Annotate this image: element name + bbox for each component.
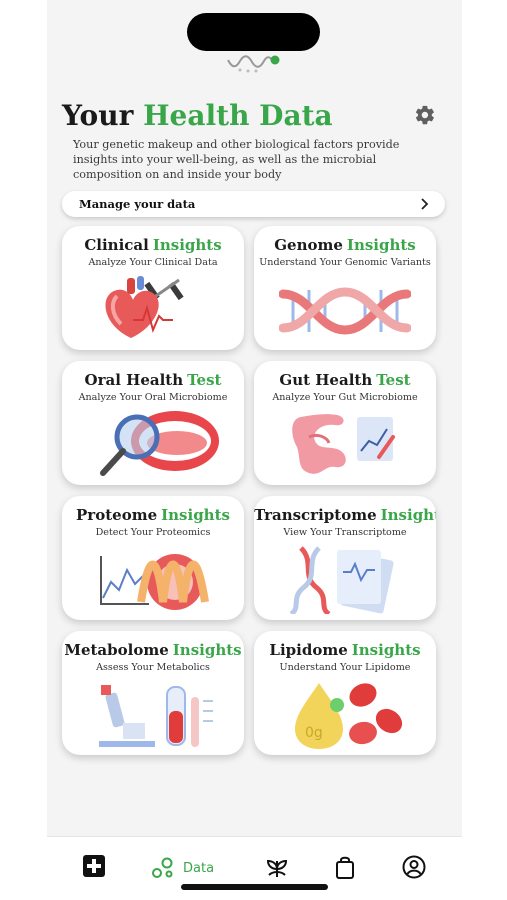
- card-title-text: Lipidome: [269, 641, 348, 659]
- card-title-accent: Test: [187, 371, 222, 389]
- card-title-text: Genome: [274, 236, 343, 254]
- mouth-magnifier-illustration: [100, 411, 219, 476]
- card-title-text: Gut Health: [279, 371, 373, 389]
- manage-data-label: Manage your data: [79, 197, 196, 211]
- card-title-accent: Insights: [380, 506, 436, 524]
- title-accent: Health Data: [143, 99, 333, 132]
- card-title: Oral Health Test: [62, 371, 244, 389]
- chevron-right-icon: [421, 198, 429, 210]
- card-title: Metabolome Insights: [62, 641, 244, 659]
- app-logo-icon: [227, 55, 280, 73]
- bottom-tab-bar: Data: [47, 837, 462, 900]
- manage-data-button[interactable]: Manage your data: [62, 191, 445, 217]
- protein-graph-illustration: [100, 554, 209, 610]
- profile-icon[interactable]: [402, 855, 426, 879]
- medical-cross-icon[interactable]: [83, 855, 105, 877]
- intestine-chart-illustration: [292, 414, 395, 474]
- dna-report-illustration: [289, 546, 394, 614]
- card-subtitle: View Your Transcriptome: [283, 527, 407, 538]
- proteome-insights-card[interactable]: Proteome Insights Detect Your Proteomics: [62, 496, 244, 620]
- transcriptome-insights-card[interactable]: TranscriptomeInsights View Your Transcri…: [254, 496, 436, 620]
- card-title: Gut Health Test: [254, 371, 436, 389]
- card-title: Clinical Insights: [62, 236, 244, 254]
- gear-icon[interactable]: [414, 104, 436, 126]
- card-subtitle: Analyze Your Gut Microbiome: [272, 392, 418, 403]
- card-subtitle: Assess Your Metabolics: [96, 662, 210, 673]
- lipidome-insights-card[interactable]: Lipidome Insights Understand Your Lipidom…: [254, 631, 436, 755]
- card-title: TranscriptomeInsights: [254, 506, 436, 524]
- genome-insights-card[interactable]: Genome Insights Understand Your Genomic V…: [254, 226, 436, 350]
- lipid-drop-cells-illustration: 0g: [295, 683, 403, 749]
- card-title-text: Clinical: [84, 236, 149, 254]
- card-title-text: Metabolome: [64, 641, 169, 659]
- tab-data[interactable]: Data: [151, 855, 214, 881]
- home-indicator: [181, 884, 328, 890]
- svg-text:0g: 0g: [305, 725, 323, 741]
- heart-dumbbell-illustration: [105, 276, 184, 338]
- card-title-text: Transcriptome: [254, 506, 377, 524]
- card-title-accent: Insights: [172, 641, 242, 659]
- oral-health-test-card[interactable]: Oral Health Test Analyze Your Oral Microb…: [62, 361, 244, 485]
- plant-icon[interactable]: [265, 855, 289, 879]
- card-title-accent: Insights: [161, 506, 230, 524]
- page-description: Your genetic makeup and other biological…: [73, 138, 400, 181]
- card-title: Genome Insights: [254, 236, 436, 254]
- card-subtitle: Analyze Your Clinical Data: [88, 257, 218, 268]
- microscope-tube-illustration: [99, 685, 213, 747]
- card-title-accent: Test: [376, 371, 411, 389]
- title-plain: Your: [62, 99, 134, 132]
- card-subtitle: Understand Your Lipidome: [279, 662, 411, 673]
- card-title: Proteome Insights: [62, 506, 244, 524]
- metabolome-insights-card[interactable]: Metabolome Insights Assess Your Metabolic…: [62, 631, 244, 755]
- card-title-text: Oral Health: [84, 371, 184, 389]
- card-title-text: Proteome: [76, 506, 158, 524]
- shopping-bag-icon[interactable]: [335, 855, 355, 879]
- card-subtitle: Detect Your Proteomics: [95, 527, 211, 538]
- card-title: Lipidome Insights: [254, 641, 436, 659]
- card-subtitle: Analyze Your Oral Microbiome: [78, 392, 228, 403]
- dna-helix-illustration: [279, 287, 411, 335]
- card-title-accent: Insights: [152, 236, 222, 254]
- data-icon: [152, 857, 173, 878]
- tab-data-label: Data: [183, 860, 215, 876]
- card-subtitle: Understand Your Genomic Variants: [259, 257, 431, 268]
- clinical-insights-card[interactable]: Clinical Insights Analyze Your Clinical D…: [62, 226, 244, 350]
- page-title: Your Health Data: [62, 98, 447, 134]
- card-title-accent: Insights: [346, 236, 416, 254]
- gut-health-test-card[interactable]: Gut Health Test Analyze Your Gut Microbio…: [254, 361, 436, 485]
- card-title-accent: Insights: [351, 641, 421, 659]
- camera-notch: [187, 13, 320, 51]
